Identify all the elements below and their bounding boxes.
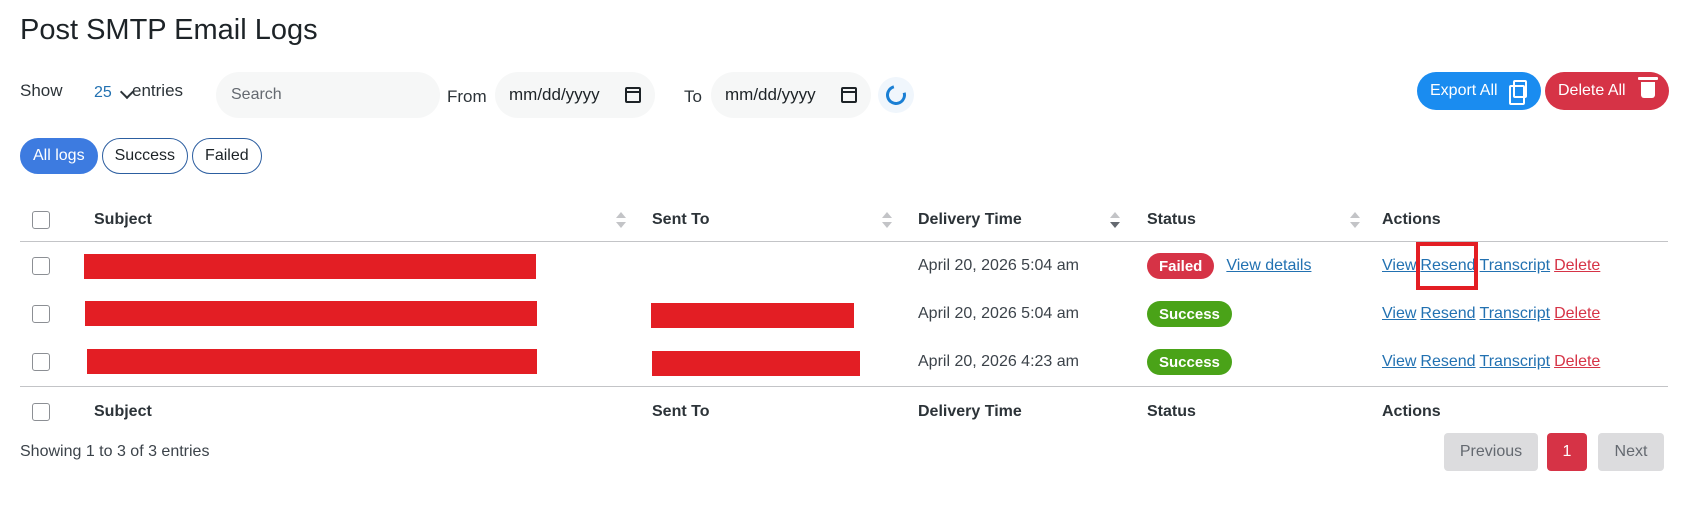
delivery-time: April 20, 2026 5:04 am [918,305,1079,322]
next-page-button[interactable]: Next [1598,433,1664,471]
row-checkbox[interactable] [32,305,50,323]
table-row: April 20, 2026 5:04 am Success View Rese… [20,290,1668,338]
from-label: From [447,87,487,106]
sort-descending-icon[interactable] [1110,211,1120,229]
delivery-time: April 20, 2026 4:23 am [918,353,1079,370]
filter-failed[interactable]: Failed [192,138,262,174]
log-filters: All logs Success Failed [20,138,262,174]
resend-link[interactable]: Resend [1420,353,1475,371]
transcript-link[interactable]: Transcript [1480,257,1551,275]
pagination-info: Showing 1 to 3 of 3 entries [20,443,210,460]
view-link[interactable]: View [1382,353,1416,371]
from-date-input[interactable]: mm/dd/yyyy [495,72,655,118]
row-checkbox[interactable] [32,257,50,275]
footer-header-subject: Subject [94,402,152,420]
previous-page-button[interactable]: Previous [1444,433,1538,471]
table-footer-row: Subject Sent To Delivery Time Status Act… [20,386,1668,436]
from-date-value: mm/dd/yyyy [509,85,600,104]
column-header-sent-to[interactable]: Sent To [652,198,709,241]
view-details-link[interactable]: View details [1226,257,1311,275]
sort-icon[interactable] [1350,211,1360,229]
table-row: April 20, 2026 5:04 am Failed View detai… [20,242,1668,290]
column-header-delivery-time[interactable]: Delivery Time [918,198,1022,241]
status-cell: Success [1147,338,1232,386]
show-label: Show [20,81,63,100]
column-header-subject[interactable]: Subject [94,198,152,241]
entries-value: 25 [94,84,112,101]
delete-all-label: Delete All [1558,82,1626,99]
email-logs-table: Subject Sent To Delivery Time Status Act… [20,198,1668,436]
sort-icon[interactable] [616,211,626,229]
entries-label: entries [132,81,184,100]
trash-icon [1638,77,1658,98]
page-1-button[interactable]: 1 [1547,433,1587,471]
calendar-icon[interactable] [841,87,857,103]
view-link[interactable]: View [1382,257,1416,275]
footer-header-delivery-time: Delivery Time [918,402,1022,420]
table-header-row: Subject Sent To Delivery Time Status Act… [20,198,1668,242]
resend-link[interactable]: Resend [1420,257,1475,275]
redacted-subject [85,301,537,326]
status-cell: Failed View details [1147,242,1311,290]
copy-icon [1509,80,1527,105]
toolbar: Show 25 entries From mm/dd/yyyy To mm/dd… [20,72,1670,118]
footer-header-actions: Actions [1382,402,1441,420]
transcript-link[interactable]: Transcript [1480,305,1551,323]
refresh-icon [882,81,910,109]
search-input[interactable] [216,72,440,118]
sort-icon[interactable] [882,211,892,229]
view-link[interactable]: View [1382,305,1416,323]
status-badge-failed: Failed [1147,253,1215,279]
table-row: April 20, 2026 4:23 am Success View Rese… [20,338,1668,386]
delivery-time: April 20, 2026 5:04 am [918,257,1079,274]
refresh-button[interactable] [878,77,914,113]
resend-link[interactable]: Resend [1420,305,1475,323]
status-cell: Success [1147,290,1232,338]
calendar-icon[interactable] [625,87,641,103]
transcript-link[interactable]: Transcript [1480,353,1551,371]
row-actions: View Resend Transcript Delete [1382,290,1604,338]
status-badge-success: Success [1147,301,1232,327]
footer-header-status: Status [1147,402,1196,420]
row-actions: View Resend Transcript Delete [1382,338,1604,386]
export-all-label: Export All [1430,82,1498,99]
redacted-recipient [652,351,860,376]
delete-all-button[interactable]: Delete All [1545,72,1669,110]
delete-link[interactable]: Delete [1554,257,1600,275]
to-date-value: mm/dd/yyyy [725,85,816,104]
row-actions: View Resend Transcript Delete [1382,242,1604,290]
row-checkbox[interactable] [32,353,50,371]
page-title: Post SMTP Email Logs [20,14,318,46]
to-label: To [684,87,702,106]
redacted-subject [87,349,537,374]
column-header-actions: Actions [1382,210,1441,228]
footer-header-sent-to: Sent To [652,402,710,420]
select-all-checkbox[interactable] [32,210,50,229]
to-date-input[interactable]: mm/dd/yyyy [711,72,871,118]
column-header-status[interactable]: Status [1147,198,1196,241]
delete-link[interactable]: Delete [1554,305,1600,323]
export-all-button[interactable]: Export All [1417,72,1541,110]
redacted-recipient [651,303,854,328]
filter-all-logs[interactable]: All logs [20,138,98,174]
filter-success[interactable]: Success [101,138,189,174]
status-badge-success: Success [1147,349,1232,375]
select-all-checkbox-footer[interactable] [32,402,50,421]
entries-per-page-select[interactable]: 25 [74,76,140,110]
delete-link[interactable]: Delete [1554,353,1600,371]
redacted-subject [84,254,536,279]
